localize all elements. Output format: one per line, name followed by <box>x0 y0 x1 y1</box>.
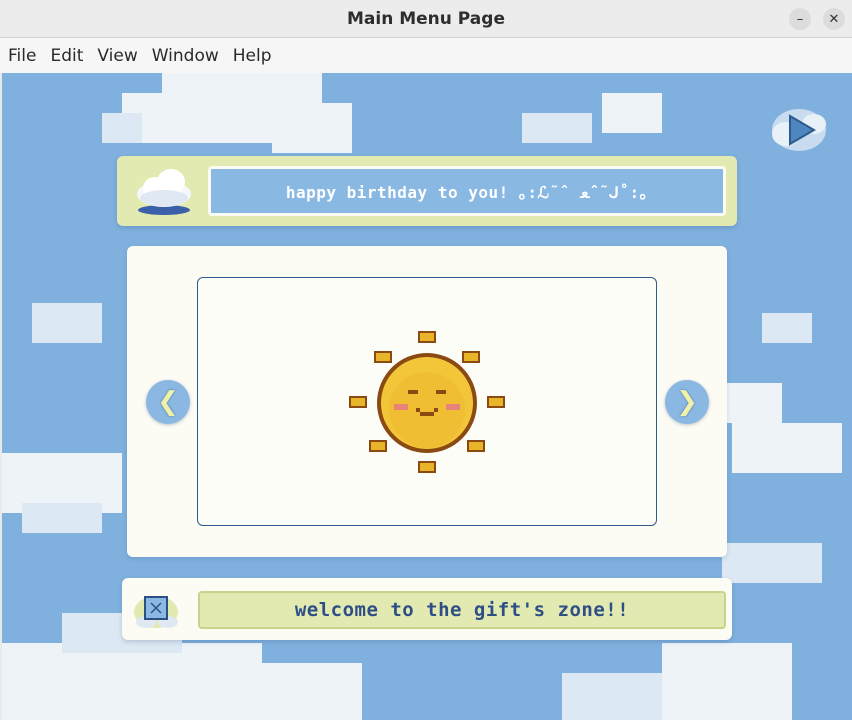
gallery-card <box>127 246 727 557</box>
title-bar: Main Menu Page – ✕ <box>0 0 852 38</box>
smiling-sun-image <box>349 331 505 473</box>
minimize-icon: – <box>796 11 804 27</box>
play-icon <box>772 109 826 151</box>
chevron-right-icon: ❯ <box>676 387 698 417</box>
footer-message: welcome to the gift's zone!! <box>294 599 630 621</box>
header-message: happy birthday to you! ｡:ℒ˜ˆ ﻌˆ˜ᒍ˚:｡ <box>285 183 649 202</box>
menu-view[interactable]: View <box>97 46 137 66</box>
next-button[interactable]: ❯ <box>665 380 709 424</box>
menu-window[interactable]: Window <box>152 46 219 66</box>
cloud-icon <box>137 169 191 215</box>
play-button[interactable] <box>770 104 828 154</box>
gift-box-icon <box>134 596 178 628</box>
footer-message-box: welcome to the gift's zone!! <box>198 591 726 629</box>
close-icon: ✕ <box>828 11 840 27</box>
minimize-button[interactable]: – <box>789 8 811 30</box>
menu-help[interactable]: Help <box>233 46 272 66</box>
chevron-left-icon: ❮ <box>157 387 179 417</box>
close-button[interactable]: ✕ <box>823 8 845 30</box>
window-title: Main Menu Page <box>347 8 505 29</box>
menu-bar: File Edit View Window Help <box>0 38 852 73</box>
header-message-box: happy birthday to you! ｡:ℒ˜ˆ ﻌˆ˜ᒍ˚:｡ <box>208 166 726 216</box>
previous-button[interactable]: ❮ <box>146 380 190 424</box>
menu-file[interactable]: File <box>8 46 36 66</box>
image-frame <box>197 277 657 526</box>
menu-edit[interactable]: Edit <box>50 46 83 66</box>
header-panel: happy birthday to you! ｡:ℒ˜ˆ ﻌˆ˜ᒍ˚:｡ <box>117 156 737 226</box>
footer-panel: welcome to the gift's zone!! <box>122 578 732 640</box>
